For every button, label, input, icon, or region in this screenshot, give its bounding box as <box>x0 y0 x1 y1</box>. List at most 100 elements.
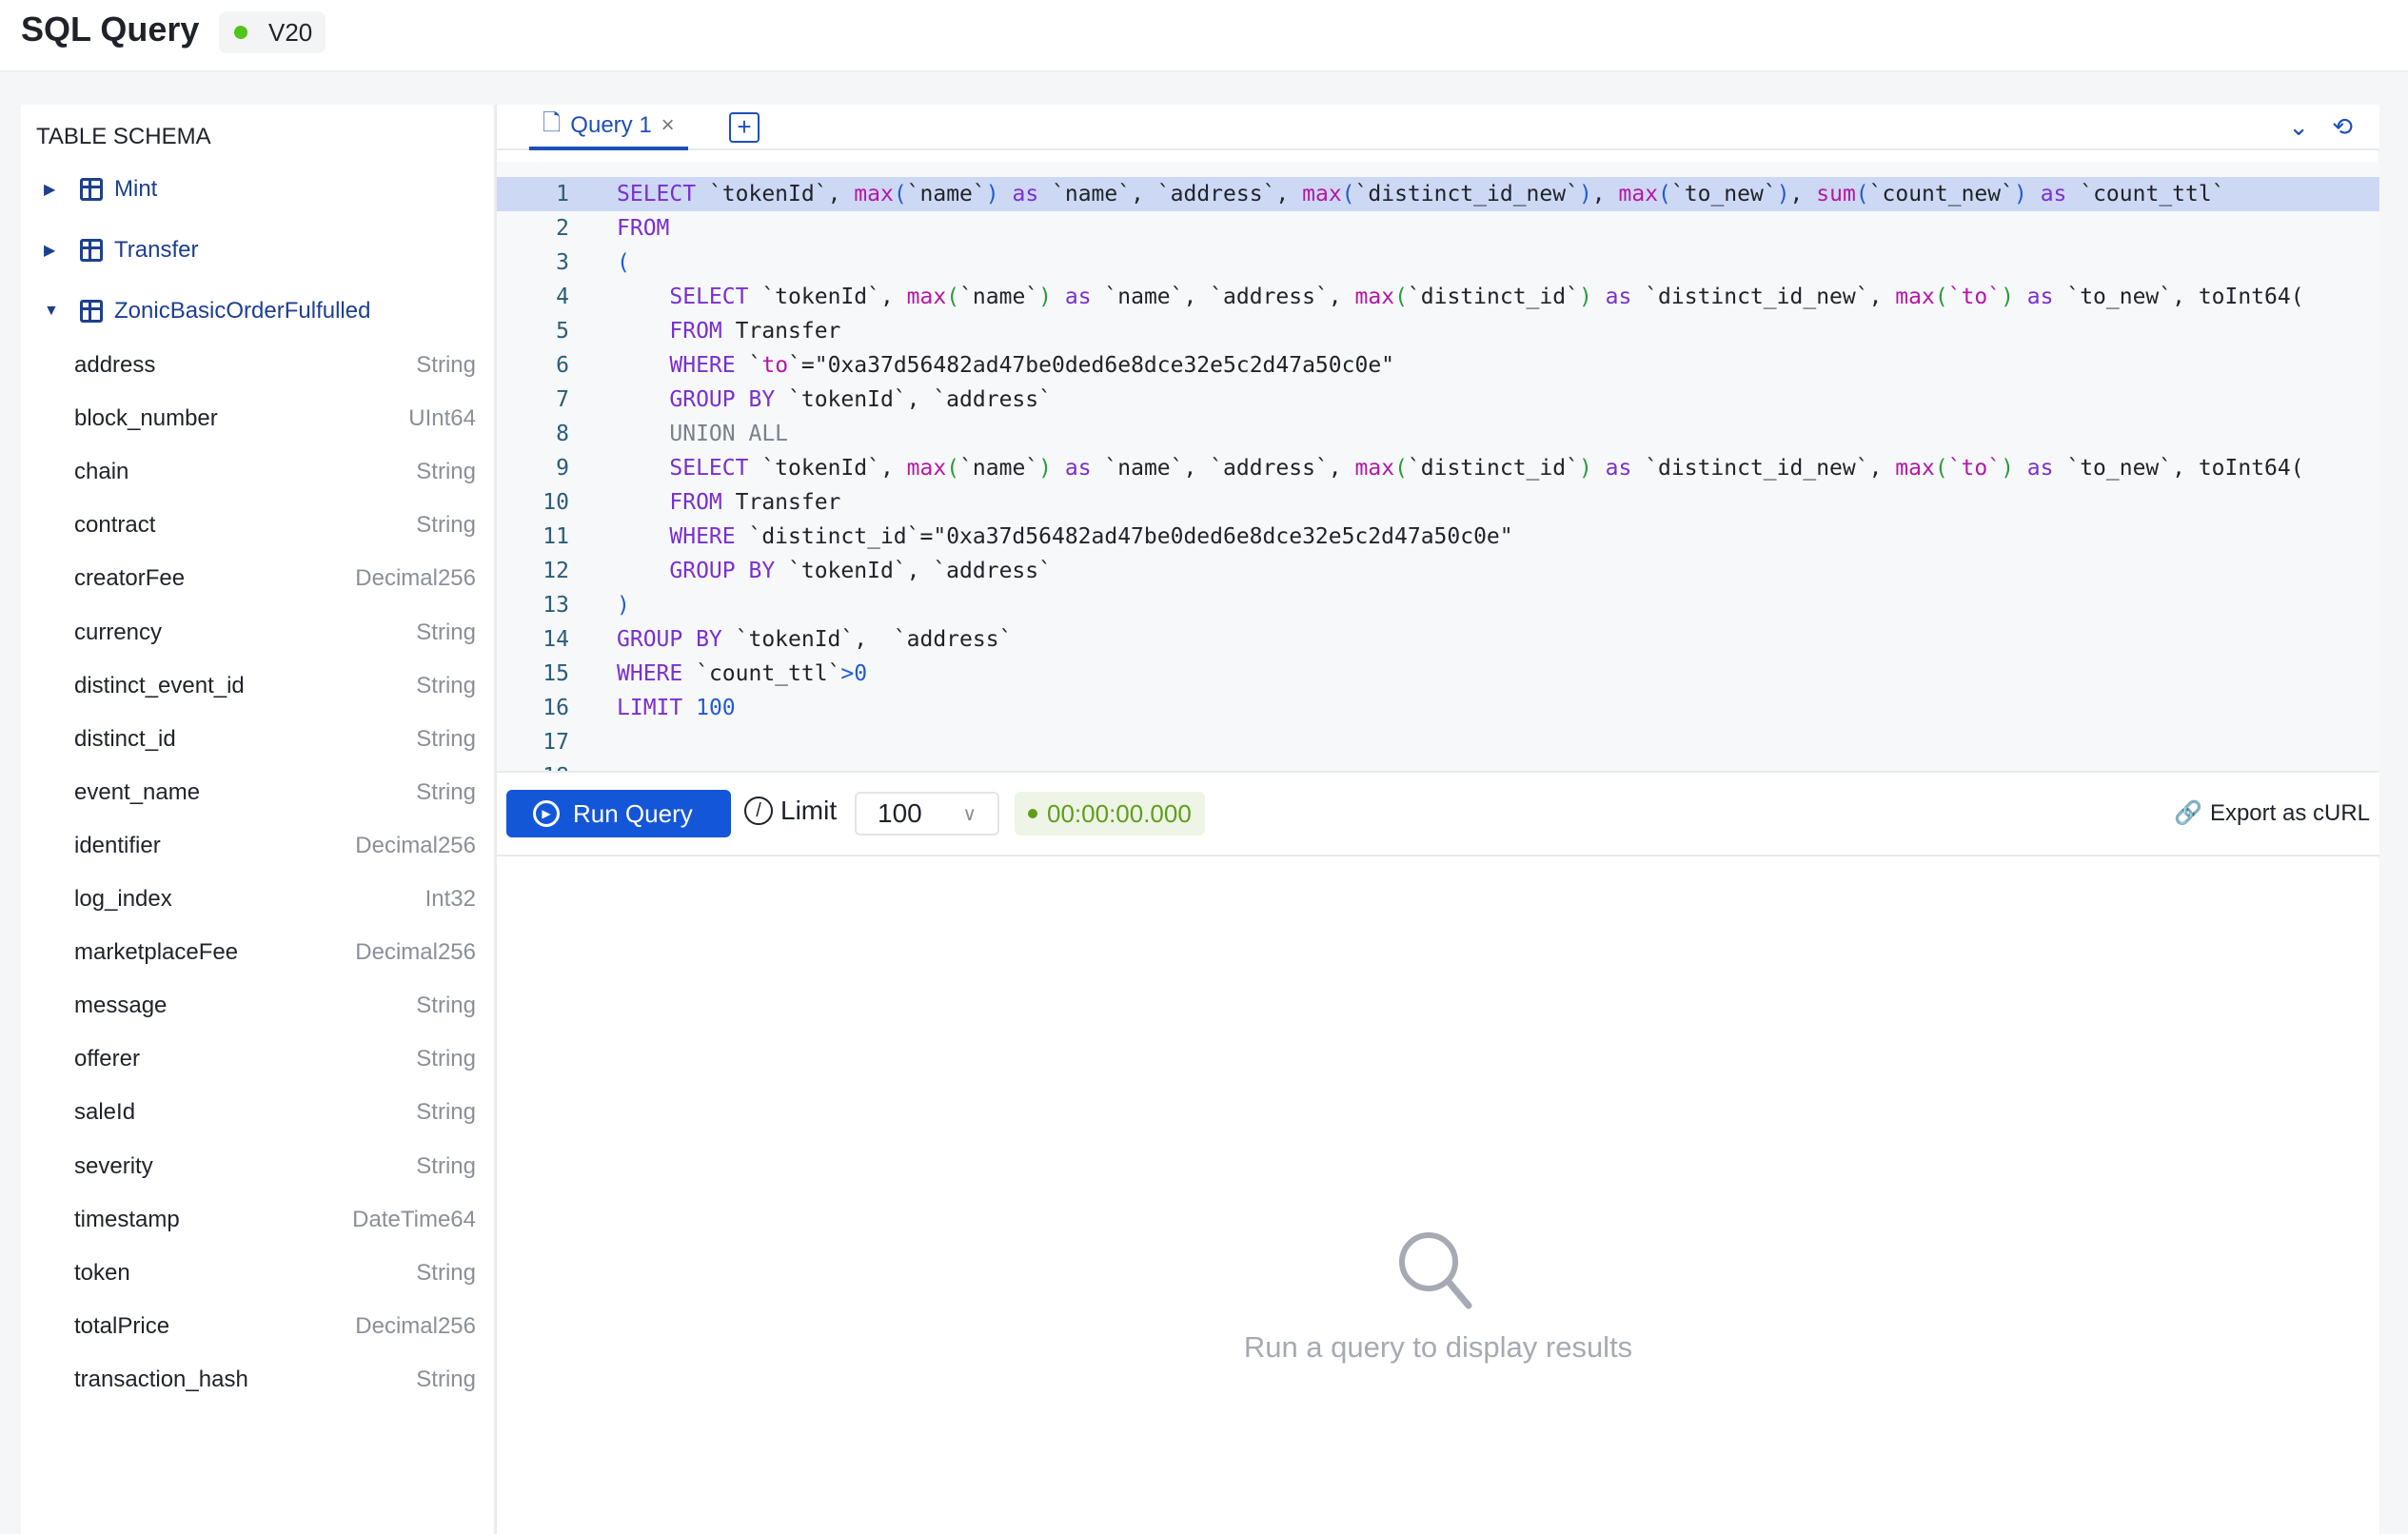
table-name: Mint <box>114 176 158 202</box>
code-token: >0 <box>840 661 868 686</box>
limit-label: Limit <box>780 796 838 825</box>
table-icon <box>80 300 103 323</box>
field-type: String <box>416 1366 476 1392</box>
schema-field[interactable]: identifier Decimal256 <box>74 833 476 859</box>
code-token: as <box>2026 182 2081 206</box>
schema-field[interactable]: distinct_id String <box>74 726 476 753</box>
field-name: creatorFee <box>74 565 186 592</box>
code-token: , <box>1789 182 1817 206</box>
schema-field[interactable]: timestamp DateTime64 <box>74 1207 476 1233</box>
code-token: `to_new`, toInt64( <box>2066 456 2304 481</box>
line-number: 1 <box>556 182 569 206</box>
limit-toggle[interactable]: / Limit <box>744 796 837 826</box>
chevron-down-icon[interactable]: ⌄ <box>2288 112 2309 142</box>
code-token: GROUP BY <box>669 559 776 583</box>
code-token: as <box>1052 285 1105 309</box>
line-number: 13 <box>543 593 569 618</box>
line-number: 6 <box>556 353 569 378</box>
code-text: GROUP BY `tokenId`, `address` <box>617 622 1012 657</box>
add-tab-button[interactable]: + <box>729 112 760 143</box>
line-number: 12 <box>543 559 569 583</box>
schema-field[interactable]: marketplaceFee Decimal256 <box>74 939 476 966</box>
code-line: 5 FROM Transfer <box>497 314 2379 348</box>
table-name: ZonicBasicOrderFulfulled <box>114 298 371 324</box>
code-token: ( <box>1394 456 1408 481</box>
table-item-mint[interactable]: ▶ Mint <box>44 176 157 203</box>
limit-select[interactable]: 100 ∨ <box>855 792 999 836</box>
caret-down-icon[interactable]: ▼ <box>44 303 65 320</box>
field-type: Int32 <box>424 886 476 912</box>
field-name: saleId <box>74 1099 136 1126</box>
code-text: FROM <box>617 211 669 246</box>
export-curl-button[interactable]: 🔗 Export as cURL <box>2174 799 2370 827</box>
schema-field[interactable]: chain String <box>74 459 476 485</box>
schema-field[interactable]: address String <box>74 352 476 379</box>
close-tab-icon[interactable]: × <box>661 112 675 139</box>
line-number: 18 <box>525 759 569 771</box>
field-type: Decimal256 <box>355 565 476 592</box>
code-token: ( <box>617 250 630 275</box>
code-token: ) <box>2013 182 2027 206</box>
schema-field[interactable]: creatorFee Decimal256 <box>74 565 476 592</box>
empty-results-text: Run a query to display results <box>1243 1330 1633 1364</box>
schema-field[interactable]: severity String <box>74 1153 476 1180</box>
code-token: `distinct_id` <box>1407 456 1579 481</box>
schema-field[interactable]: contract String <box>74 512 476 539</box>
field-name: block_number <box>74 405 218 432</box>
code-token: LIMIT <box>617 696 683 720</box>
line-number: 2 <box>556 216 569 241</box>
line-number: 5 <box>556 319 569 344</box>
caret-right-icon[interactable]: ▶ <box>44 180 65 199</box>
field-type: Decimal256 <box>355 1312 476 1339</box>
code-line: 13) <box>497 588 2379 622</box>
field-type: String <box>416 1046 476 1072</box>
line-number: 15 <box>543 661 569 686</box>
code-token: ( <box>946 285 960 309</box>
code-token: ) <box>1578 456 1592 481</box>
code-token: SELECT <box>669 285 749 309</box>
field-name: log_index <box>74 886 172 912</box>
file-icon: 🗋 <box>543 109 562 136</box>
code-line: 10 FROM Transfer <box>497 485 2379 520</box>
field-type: String <box>416 725 476 752</box>
run-query-button[interactable]: ▶ Run Query <box>506 790 731 837</box>
code-token: ( <box>1934 285 1948 309</box>
version-label: V20 <box>268 17 313 47</box>
schema-field[interactable]: offerer String <box>74 1046 476 1072</box>
tab-query-1[interactable]: 🗋 Query 1 × <box>529 105 688 150</box>
schema-field[interactable]: currency String <box>74 620 476 646</box>
code-token: ` <box>735 353 762 378</box>
schema-field[interactable]: message String <box>74 993 476 1019</box>
field-name: currency <box>74 619 163 645</box>
table-item-transfer[interactable]: ▶ Transfer <box>44 237 198 264</box>
run-query-label: Run Query <box>573 798 693 828</box>
code-token: ( <box>1394 285 1408 309</box>
code-token: as <box>2013 285 2067 309</box>
table-icon <box>80 239 103 262</box>
schema-field[interactable]: block_number UInt64 <box>74 405 476 432</box>
schema-field[interactable]: saleId String <box>74 1099 476 1126</box>
status-dot-icon <box>234 26 247 39</box>
schema-field[interactable]: log_index Int32 <box>74 886 476 913</box>
schema-field[interactable]: transaction_hash String <box>74 1367 476 1393</box>
code-token: max <box>906 456 947 481</box>
history-icon[interactable]: ⟲ <box>2332 112 2353 142</box>
schema-field[interactable]: distinct_event_id String <box>74 673 476 699</box>
code-token: `tokenId`, <box>748 285 907 309</box>
code-text: SELECT `tokenId`, max(`name`) as `name`,… <box>617 451 2304 485</box>
header: SQL Query V20 <box>0 0 2408 72</box>
code-line: 14 GROUP BY `tokenId`, `address` <box>497 622 2379 657</box>
code-token: as <box>1052 456 1105 481</box>
code-token: `name`, `address`, <box>1052 182 1303 206</box>
schema-field[interactable]: event_name String <box>74 779 476 806</box>
caret-right-icon[interactable]: ▶ <box>44 241 65 260</box>
code-token: `="0xa37d56482ad47be0ded6e8dce32e5c2d47a… <box>788 353 1395 378</box>
code-token: `to` <box>1947 456 2002 481</box>
table-item-zonicbasicorderfulfulled[interactable]: ▼ ZonicBasicOrderFulfulled <box>44 298 370 324</box>
schema-field[interactable]: totalPrice Decimal256 <box>74 1313 476 1340</box>
code-token: , <box>1591 182 1619 206</box>
code-editor[interactable]: 1 SELECT `tokenId`, max(`name`) as `name`… <box>497 162 2379 771</box>
schema-field[interactable]: token String <box>74 1260 476 1287</box>
code-token: `distinct_id`="0xa37d56482ad47be0ded6e8d… <box>735 524 1513 549</box>
code-text: SELECT `tokenId`, max(`name`) as `name`,… <box>617 177 2225 211</box>
